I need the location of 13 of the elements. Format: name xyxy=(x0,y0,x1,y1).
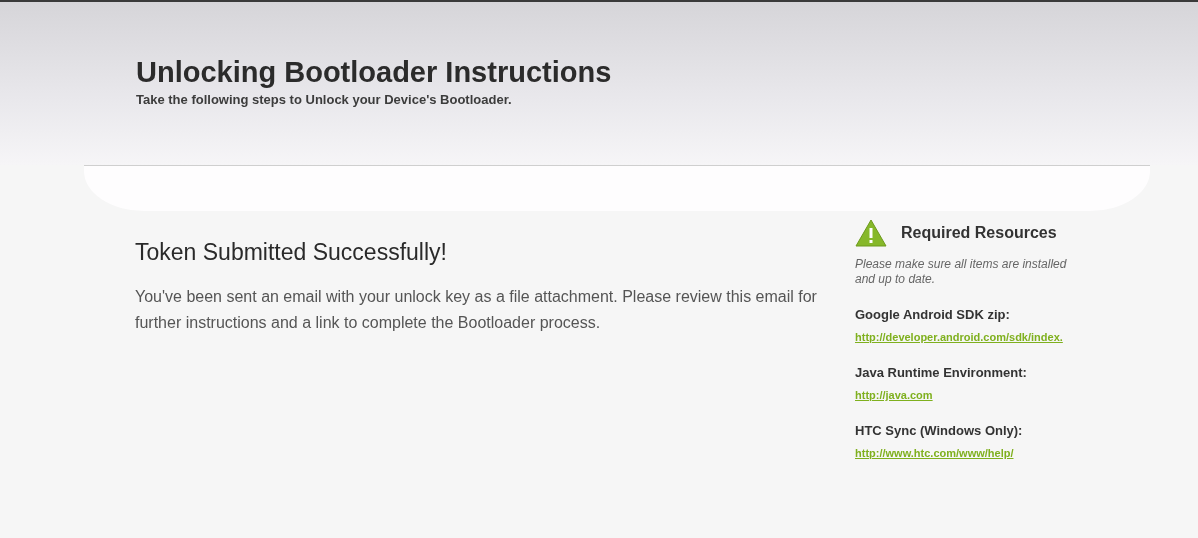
resource-link[interactable]: http://developer.android.com/sdk/index. xyxy=(855,331,1063,343)
resource-name: HTC Sync (Windows Only): xyxy=(855,423,1024,438)
resource-link[interactable]: http://java.com xyxy=(855,389,933,401)
resource-name: Google Android SDK zip: xyxy=(855,307,1011,322)
warning-icon xyxy=(855,219,887,247)
resource-name: Java Runtime Environment: xyxy=(855,365,1028,380)
resource-link[interactable]: http://www.htc.com/www/help/ xyxy=(855,447,1014,459)
page-title: Unlocking Bootloader Instructions xyxy=(136,56,612,89)
resources-note: Please make sure all items are installed and up to date. xyxy=(855,257,1068,287)
success-message: You've been sent an email with your unlock key as a file attachment. Please review this email for further instructions and a link to complete the Bootloader process. xyxy=(135,287,818,333)
page-subtitle: Take the following steps to Unlock your Device's Bootloader. xyxy=(136,92,512,107)
resources-title: Required Resources xyxy=(901,224,1057,242)
success-heading: Token Submitted Successfully! xyxy=(135,239,447,266)
